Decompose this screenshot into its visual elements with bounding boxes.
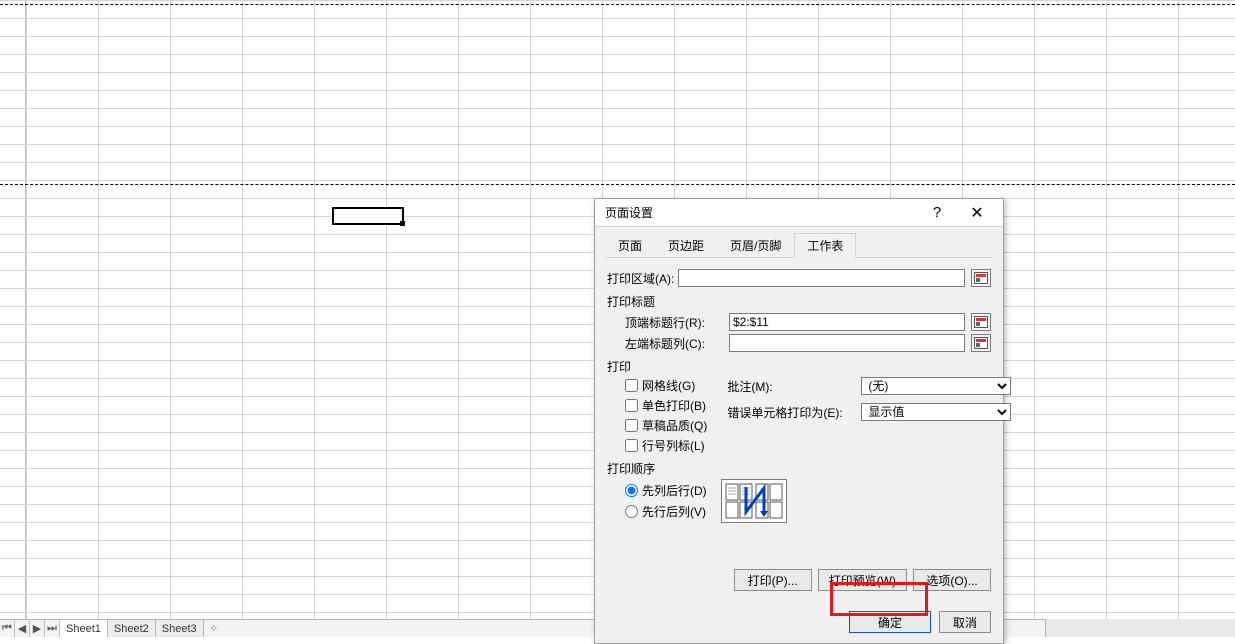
tab-nav-prev[interactable]: ◀ <box>15 620 30 637</box>
dialog-tabs: 页面 页边距 页眉/页脚 工作表 <box>595 227 1003 257</box>
dialog-title: 页面设置 <box>605 204 917 221</box>
page-order-group-label: 打印顺序 <box>607 460 991 477</box>
tab-nav-first[interactable]: ⏮ <box>0 620 15 637</box>
errors-select[interactable]: 显示值 <box>861 403 1011 421</box>
gridlines-check-row[interactable]: 网格线(G) <box>625 377 707 394</box>
dialog-titlebar: 页面设置 ? ✕ <box>595 199 1003 227</box>
order-down-radio[interactable] <box>625 484 638 497</box>
sheet-tab-2[interactable]: Sheet2 <box>108 620 156 637</box>
sheet-tab-3[interactable]: Sheet3 <box>156 620 204 637</box>
sheet-tab-1[interactable]: Sheet1 <box>60 620 108 637</box>
comments-label: 批注(M): <box>727 378 857 395</box>
tab-margins[interactable]: 页边距 <box>655 233 717 258</box>
page-setup-dialog: 页面设置 ? ✕ 页面 页边距 页眉/页脚 工作表 打印区域(A): 打印标题 … <box>594 198 1004 644</box>
page-order-icon <box>721 479 787 523</box>
black-white-checkbox[interactable] <box>625 399 638 412</box>
row-col-headers-check-row[interactable]: 行号列标(L) <box>625 437 707 454</box>
row-col-headers-label: 行号列标(L) <box>642 437 705 454</box>
order-over-radio[interactable] <box>625 505 638 518</box>
ok-button[interactable]: 确定 <box>849 611 931 633</box>
tab-page[interactable]: 页面 <box>605 233 655 258</box>
tab-sheet[interactable]: 工作表 <box>794 233 856 258</box>
tab-header-footer[interactable]: 页眉/页脚 <box>717 233 794 258</box>
order-over-row[interactable]: 先行后列(V) <box>625 503 707 520</box>
print-area-input[interactable] <box>678 269 965 287</box>
print-area-label: 打印区域(A): <box>607 270 674 287</box>
black-white-check-row[interactable]: 单色打印(B) <box>625 397 707 414</box>
help-button[interactable]: ? <box>917 199 957 227</box>
draft-checkbox[interactable] <box>625 419 638 432</box>
close-button[interactable]: ✕ <box>957 199 997 227</box>
order-down-label: 先列后行(D) <box>642 482 707 499</box>
print-titles-group-label: 打印标题 <box>607 293 991 310</box>
page-break-line <box>0 184 1235 185</box>
row-col-headers-checkbox[interactable] <box>625 439 638 452</box>
left-cols-input[interactable] <box>729 334 965 352</box>
new-sheet-button[interactable]: ✧ <box>204 620 224 637</box>
tab-nav-next[interactable]: ▶ <box>30 620 45 637</box>
active-cell[interactable] <box>332 207 404 225</box>
print-group-label: 打印 <box>607 358 991 375</box>
order-down-row[interactable]: 先列后行(D) <box>625 482 707 499</box>
top-rows-label: 顶端标题行(R): <box>625 314 725 331</box>
left-cols-ref-button[interactable] <box>971 334 991 352</box>
draft-label: 草稿品质(Q) <box>642 417 707 434</box>
preview-button[interactable]: 打印预览(W) <box>818 569 907 591</box>
print-area-ref-button[interactable] <box>971 269 991 287</box>
draft-check-row[interactable]: 草稿品质(Q) <box>625 417 707 434</box>
top-rows-ref-button[interactable] <box>971 313 991 331</box>
status-bar-right <box>1045 619 1235 637</box>
cancel-button[interactable]: 取消 <box>939 611 991 633</box>
page-break-line <box>0 4 1235 5</box>
left-cols-label: 左端标题列(C): <box>625 335 725 352</box>
options-button[interactable]: 选项(O)... <box>913 569 991 591</box>
black-white-label: 单色打印(B) <box>642 397 706 414</box>
order-over-label: 先行后列(V) <box>642 503 706 520</box>
tab-nav-last[interactable]: ⏭ <box>45 620 60 637</box>
top-rows-input[interactable] <box>729 313 965 331</box>
errors-label: 错误单元格打印为(E): <box>727 404 857 421</box>
comments-select[interactable]: (无) <box>861 377 1011 395</box>
gridlines-checkbox[interactable] <box>625 379 638 392</box>
print-button[interactable]: 打印(P)... <box>734 569 812 591</box>
gridlines-label: 网格线(G) <box>642 377 695 394</box>
